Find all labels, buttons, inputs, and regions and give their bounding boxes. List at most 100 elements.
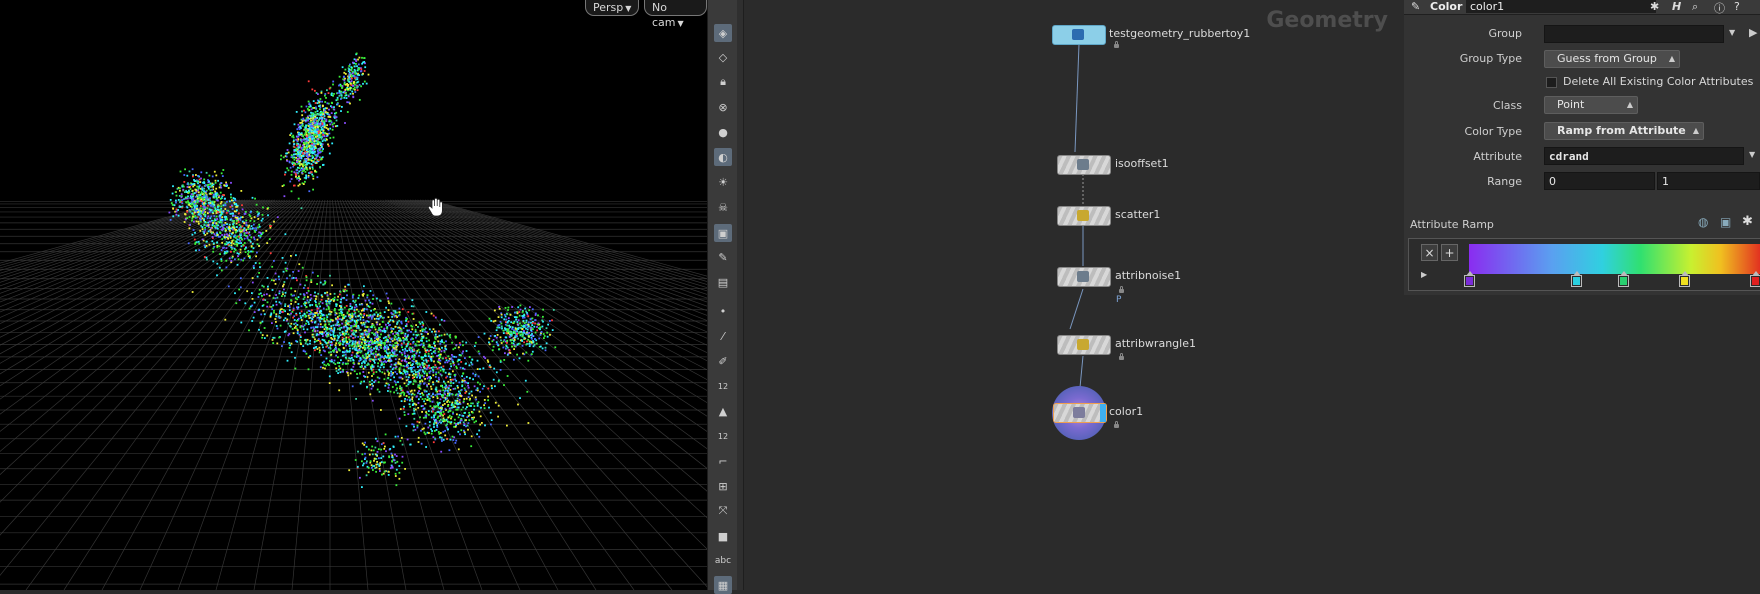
display-flag[interactable] bbox=[1100, 404, 1106, 422]
attribute-label: Attribute bbox=[1473, 150, 1522, 163]
number-icon[interactable]: 12 bbox=[714, 377, 732, 395]
updown-arrow-icon: ▲ bbox=[1669, 51, 1675, 67]
search-icon[interactable]: ⌕ bbox=[1692, 0, 1698, 14]
camera-menu-button[interactable]: No cam▼ bbox=[644, 0, 707, 16]
ramp-key[interactable] bbox=[1464, 275, 1475, 287]
viewport-canvas[interactable] bbox=[0, 0, 707, 590]
abc-label: abc bbox=[715, 556, 731, 566]
color-type-menu[interactable]: Ramp from Attribute ▲ bbox=[1544, 122, 1704, 140]
group-label: Group bbox=[1489, 27, 1523, 40]
shading-icon[interactable]: ● bbox=[714, 123, 732, 141]
pose-icon[interactable]: ⤧ bbox=[714, 502, 732, 520]
number2-icon[interactable]: 12 bbox=[714, 427, 732, 445]
render-icon[interactable]: ▣ bbox=[714, 224, 732, 242]
group-field[interactable] bbox=[1544, 25, 1724, 43]
ramp-key[interactable] bbox=[1571, 275, 1582, 287]
node-name-field[interactable]: color1 bbox=[1466, 0, 1656, 13]
attribute-ramp-editor[interactable]: × + ▶ bbox=[1408, 238, 1760, 291]
updown-arrow-icon: ▲ bbox=[1693, 123, 1699, 139]
node-attribnoise-label: attribnoise1 bbox=[1115, 269, 1181, 282]
text-icon[interactable]: abc bbox=[714, 552, 732, 570]
group-type-value: Guess from Group bbox=[1557, 52, 1657, 65]
number-label: 12 bbox=[718, 382, 728, 391]
color-type-label: Color Type bbox=[1465, 125, 1522, 138]
group-type-menu[interactable]: Guess from Group ▲ bbox=[1544, 50, 1680, 68]
light-icon[interactable]: ◐ bbox=[714, 148, 732, 166]
node-color-label: color1 bbox=[1109, 405, 1143, 418]
bulb-icon[interactable]: ☀ bbox=[714, 173, 732, 191]
attribwrangle-icon bbox=[1077, 339, 1089, 350]
ramp-key[interactable] bbox=[1618, 275, 1629, 287]
camera-icon[interactable]: ☠ bbox=[714, 198, 732, 216]
attribute-ramp-label: Attribute Ramp bbox=[1410, 218, 1494, 231]
point-icon[interactable]: • bbox=[714, 302, 732, 320]
node-wires bbox=[744, 0, 1404, 590]
node-color-box[interactable] bbox=[1053, 403, 1107, 423]
ground-grid bbox=[0, 200, 707, 590]
lock-icon[interactable]: 🔒︎ bbox=[714, 73, 732, 91]
pane-splitter[interactable] bbox=[737, 0, 744, 590]
ramp-key[interactable] bbox=[1750, 275, 1760, 287]
lock-icon bbox=[1119, 289, 1124, 293]
node-attribwrangle-box[interactable] bbox=[1057, 335, 1111, 355]
range-max-field[interactable]: 1 bbox=[1657, 172, 1760, 190]
gear-icon[interactable]: ✱ bbox=[1650, 0, 1659, 13]
lock-icon bbox=[1119, 356, 1124, 360]
class-value: Point bbox=[1557, 98, 1584, 111]
number-label: 12 bbox=[718, 432, 728, 441]
node-attribnoise-box[interactable] bbox=[1057, 267, 1111, 287]
remove-key-button[interactable]: × bbox=[1421, 244, 1438, 261]
attribnoise-icon bbox=[1077, 271, 1089, 282]
paint-icon[interactable]: ✎ bbox=[714, 248, 732, 266]
delete-attrs-checkbox[interactable] bbox=[1546, 77, 1557, 88]
curve-icon[interactable]: ⌐ bbox=[714, 452, 732, 470]
expand-arrow-icon[interactable]: ▶ bbox=[1421, 270, 1427, 279]
group-dropdown-icon[interactable]: ▼ bbox=[1729, 28, 1735, 37]
parameter-body: Group ▼ ▶ Group Type Guess from Group ▲ … bbox=[1404, 15, 1760, 295]
class-label: Class bbox=[1493, 99, 1522, 112]
flipbook-icon[interactable]: ▤ bbox=[714, 273, 732, 291]
delete-attrs-label: Delete All Existing Color Attributes bbox=[1563, 75, 1753, 88]
brush-icon[interactable]: ✐ bbox=[714, 352, 732, 370]
camera-label: No cam bbox=[652, 1, 676, 29]
node-scatter-box[interactable] bbox=[1057, 206, 1111, 226]
color-ramp-gradient[interactable] bbox=[1469, 244, 1760, 274]
lock-icon bbox=[1114, 44, 1119, 48]
perspective-menu-button[interactable]: Persp▼ bbox=[585, 0, 639, 16]
network-editor[interactable]: Geometry testgeometry_rubbertoy1 isooffs… bbox=[744, 0, 1404, 590]
select-icon[interactable]: ◈ bbox=[714, 24, 732, 42]
edge-icon[interactable]: ⁄ bbox=[714, 327, 732, 345]
parameter-header: ✎ Color color1 ✱ H ⌕ ⓘ ? bbox=[1404, 0, 1760, 15]
add-key-button[interactable]: + bbox=[1441, 244, 1458, 261]
attribute-field[interactable]: cdrand bbox=[1544, 147, 1744, 165]
help-icon[interactable]: ? bbox=[1734, 0, 1740, 13]
ramp-preset-icon[interactable]: ◍ bbox=[1698, 215, 1708, 229]
info-icon[interactable]: ⓘ bbox=[1714, 0, 1725, 16]
scene-viewport[interactable]: Persp▼ No cam▼ bbox=[0, 0, 707, 590]
point-cloud bbox=[169, 53, 557, 488]
ramp-key[interactable] bbox=[1679, 275, 1690, 287]
color-node-icon bbox=[1073, 407, 1085, 418]
class-menu[interactable]: Point ▲ bbox=[1544, 96, 1638, 114]
node-attribwrangle-label: attribwrangle1 bbox=[1115, 337, 1196, 350]
view-icon[interactable]: ◇ bbox=[714, 48, 732, 66]
range-min-field[interactable]: 0 bbox=[1544, 172, 1655, 190]
color-type-value: Ramp from Attribute bbox=[1557, 124, 1686, 137]
snap-icon[interactable]: ⊗ bbox=[714, 98, 732, 116]
node-scatter-label: scatter1 bbox=[1115, 208, 1160, 221]
ramp-gear-icon[interactable]: ✱ bbox=[1742, 214, 1753, 229]
palette-icon[interactable]: ▦ bbox=[714, 576, 732, 594]
display-icon[interactable]: ■ bbox=[714, 527, 732, 545]
node-isooffset-box[interactable] bbox=[1057, 155, 1111, 175]
node-testgeometry-box[interactable] bbox=[1052, 25, 1106, 45]
ramp-options-icon[interactable]: ▣ bbox=[1720, 215, 1731, 229]
scatter-icon bbox=[1077, 210, 1089, 221]
stamp-icon[interactable]: ▲ bbox=[714, 402, 732, 420]
grid-icon[interactable]: ⊞ bbox=[714, 477, 732, 495]
group-type-label: Group Type bbox=[1460, 52, 1522, 65]
select-arrow-icon[interactable]: ▶ bbox=[1749, 26, 1757, 39]
attribute-dropdown-icon[interactable]: ▼ bbox=[1749, 150, 1755, 159]
caret-down-icon: ▼ bbox=[678, 19, 684, 28]
isooffset-icon bbox=[1077, 159, 1089, 170]
help-h-icon[interactable]: H bbox=[1672, 0, 1681, 13]
